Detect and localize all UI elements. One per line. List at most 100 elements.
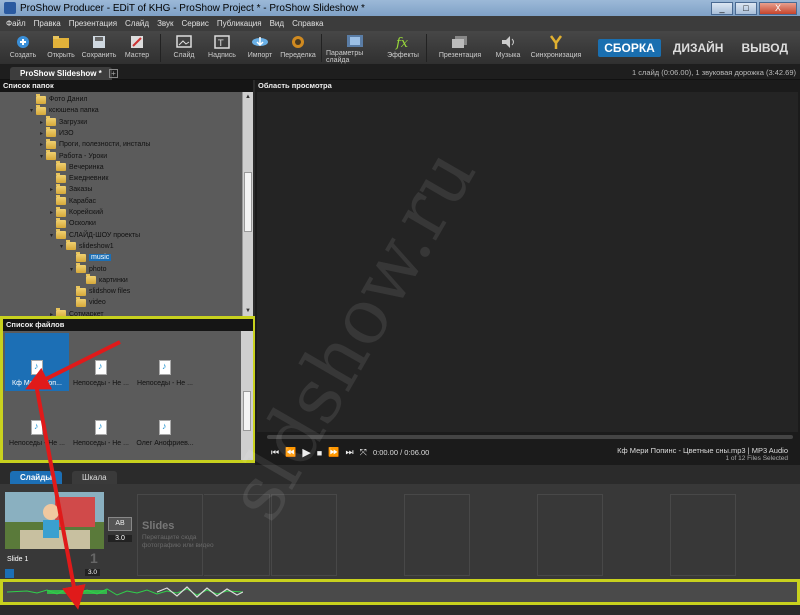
- file-list-panel: Список файлов Кф Мери Поп... Непоседы - Н…: [0, 316, 256, 463]
- folder-item[interactable]: Осколки: [50, 217, 96, 229]
- empty-slide-slot[interactable]: [271, 494, 337, 576]
- scroll-down-icon[interactable]: ▼: [243, 306, 253, 316]
- menu-tools[interactable]: Сервис: [181, 19, 208, 28]
- folder-item[interactable]: ▾ СЛАЙД-ШОУ проекты: [50, 229, 141, 241]
- mode-design[interactable]: ДИЗАЙН: [667, 39, 730, 57]
- seek-bar[interactable]: [267, 435, 793, 439]
- folder-label: СЛАЙД-ШОУ проекты: [69, 231, 141, 239]
- transition-duration[interactable]: 3.0: [108, 535, 132, 542]
- folder-item[interactable]: Карабас: [50, 195, 96, 207]
- rewind-icon[interactable]: ⏪: [285, 447, 296, 458]
- caption-label: Надпись: [208, 52, 236, 59]
- folder-item[interactable]: картинки: [80, 274, 128, 286]
- folder-item[interactable]: Ежедневник: [50, 172, 109, 184]
- folder-icon: [46, 150, 56, 160]
- tab-timeline[interactable]: Шкала: [72, 471, 117, 484]
- slide-options-label: Параметры слайда: [326, 50, 364, 64]
- menu-view[interactable]: Вид: [270, 19, 284, 28]
- empty-slide-slot[interactable]: [137, 494, 203, 576]
- effects-button[interactable]: fx Эффекты: [384, 31, 422, 64]
- forward-icon[interactable]: ⏩: [328, 447, 339, 458]
- file-item[interactable]: Кф Мери Поп...: [5, 333, 69, 391]
- folder-item[interactable]: ▸ Заказы: [50, 183, 93, 195]
- scroll-up-icon[interactable]: ▲: [243, 92, 253, 102]
- caption-icon: T: [213, 34, 231, 50]
- slide-options-button[interactable]: Параметры слайда: [326, 31, 384, 64]
- wizard-button[interactable]: Мастер: [118, 31, 156, 64]
- folder-item[interactable]: ▸ Корейский: [50, 206, 103, 218]
- folder-item[interactable]: ▸ Проги, полезности, инсталы: [40, 138, 150, 150]
- minimize-button[interactable]: _: [711, 1, 733, 15]
- skip-end-icon[interactable]: ⏭: [345, 447, 353, 458]
- folder-item[interactable]: ▸ Сотмаркет: [50, 308, 104, 316]
- folder-scrollbar[interactable]: ▲ ▼: [242, 92, 253, 316]
- folder-item[interactable]: Вечеринка: [50, 161, 104, 173]
- mode-publish[interactable]: ВЫВОД: [735, 39, 794, 57]
- tab-slides[interactable]: Слайды: [10, 471, 63, 484]
- file-item[interactable]: Непоседы - Не ...: [5, 393, 69, 451]
- scroll-thumb[interactable]: [243, 391, 251, 431]
- menu-edit[interactable]: Правка: [34, 19, 61, 28]
- folder-item[interactable]: slidshow files: [70, 285, 130, 297]
- empty-slide-slot[interactable]: [537, 494, 603, 576]
- file-item[interactable]: Непоседы - Не ...: [133, 333, 197, 391]
- folder-label: Заказы: [69, 186, 93, 194]
- create-button[interactable]: Создать: [4, 31, 42, 64]
- folder-icon: [76, 296, 86, 307]
- remix-button[interactable]: Переделка: [279, 31, 317, 64]
- folder-item[interactable]: Фото Данил: [30, 93, 88, 105]
- folder-label: Осколки: [69, 220, 96, 228]
- file-item[interactable]: Олег Анофриев...: [133, 393, 197, 451]
- folder-item[interactable]: ▸ Загрузки: [40, 116, 87, 128]
- music-button[interactable]: Музыка: [489, 31, 527, 64]
- skip-start-icon[interactable]: ⏮: [271, 447, 279, 458]
- audio-track[interactable]: [0, 579, 800, 605]
- folder-item[interactable]: ▾ Работа - Уроки: [40, 150, 107, 162]
- presentation-label: Презентация: [438, 52, 482, 59]
- empty-slide-slot[interactable]: [204, 494, 270, 576]
- scroll-thumb[interactable]: [244, 172, 252, 232]
- caption-button[interactable]: T Надпись: [203, 31, 241, 64]
- music-label: Музыка: [495, 52, 521, 59]
- empty-slide-slot[interactable]: [670, 494, 736, 576]
- menu-slide[interactable]: Слайд: [125, 19, 149, 28]
- preview-header: Область просмотра: [255, 80, 800, 92]
- folder-item[interactable]: music: [70, 251, 112, 263]
- play-icon[interactable]: ▶: [302, 446, 310, 459]
- mode-build[interactable]: СБОРКА: [598, 39, 661, 57]
- menu-show[interactable]: Презентация: [69, 19, 117, 28]
- sync-button[interactable]: Синхронизация: [527, 31, 585, 64]
- save-button[interactable]: Сохранить: [80, 31, 118, 64]
- tab-proshow-slideshow[interactable]: ProShow Slideshow *: [10, 67, 112, 80]
- menu-file[interactable]: Файл: [6, 19, 26, 28]
- add-tab-button[interactable]: +: [109, 69, 118, 78]
- slide-play-icon[interactable]: [5, 569, 14, 578]
- fullscreen-icon[interactable]: ⤧: [360, 447, 367, 458]
- empty-slide-slot[interactable]: [404, 494, 470, 576]
- folder-item[interactable]: video: [70, 296, 106, 308]
- import-button[interactable]: Импорт: [241, 31, 279, 64]
- menu-help[interactable]: Справка: [292, 19, 323, 28]
- slide-button[interactable]: Слайд: [165, 31, 203, 64]
- create-icon: [14, 34, 32, 50]
- folder-item[interactable]: ▾ photo: [70, 263, 107, 275]
- folder-icon: [46, 138, 56, 149]
- stop-icon[interactable]: ■: [317, 448, 322, 458]
- folder-label: ксюшена папка: [49, 107, 99, 115]
- slide-thumbnail[interactable]: [5, 492, 104, 549]
- folder-item[interactable]: ▾ slideshow1: [60, 240, 114, 252]
- menu-publish[interactable]: Публикация: [217, 19, 262, 28]
- open-button[interactable]: Открыть: [42, 31, 80, 64]
- menu-audio[interactable]: Звук: [157, 19, 173, 28]
- folder-item[interactable]: ▸ ИЗО: [40, 127, 74, 139]
- folder-item[interactable]: ▾ ксюшена папка: [30, 104, 99, 116]
- file-item[interactable]: Непоседы - Не ...: [69, 333, 133, 391]
- slide-duration[interactable]: 3.0: [85, 569, 101, 576]
- mp3-file-icon: [31, 360, 43, 375]
- maximize-button[interactable]: □: [735, 1, 757, 15]
- file-item[interactable]: Непоседы - Не ...: [69, 393, 133, 451]
- presentation-button[interactable]: Презентация: [431, 31, 489, 64]
- transition-icon[interactable]: AB: [108, 517, 132, 531]
- close-button[interactable]: X: [759, 1, 797, 15]
- files-scrollbar[interactable]: [241, 331, 253, 460]
